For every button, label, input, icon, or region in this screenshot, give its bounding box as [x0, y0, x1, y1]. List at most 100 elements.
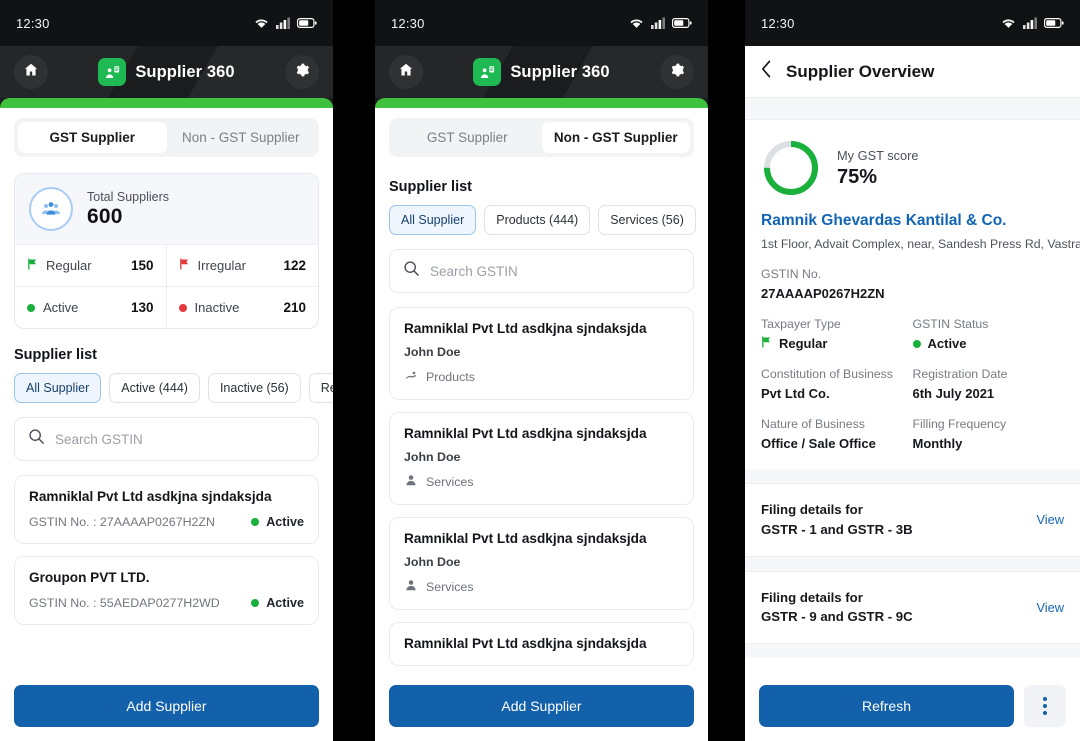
status-text: Active [266, 515, 304, 529]
chip-all-supplier[interactable]: All Supplier [389, 205, 477, 235]
supplier-list: Ramniklal Pvt Ltd asdkjna sjndaksjda Joh… [389, 307, 694, 666]
field-nature-of-business: Nature of Business Office / Sale Office [761, 417, 913, 451]
filing-line-2: GSTR - 9 and GSTR - 9C [761, 609, 913, 625]
field-row-nature-frequency: Nature of Business Office / Sale Office … [745, 401, 1080, 451]
bottom-action-bar: Add Supplier [0, 675, 333, 741]
gst-score-value: 75% [837, 165, 878, 188]
stat-inactive-value: 210 [283, 300, 306, 315]
home-button[interactable] [389, 55, 423, 89]
group-people-icon [29, 187, 73, 231]
tab-gst-supplier[interactable]: GST Supplier [18, 122, 167, 153]
more-options-button[interactable] [1024, 685, 1066, 727]
filing-details-gstr1-3b[interactable]: Filing details for GSTR - 1 and GSTR - 3… [745, 483, 1080, 557]
tab-non-gst-supplier[interactable]: Non - GST Supplier [541, 122, 690, 153]
signal-icon [276, 17, 290, 29]
list-item[interactable]: Ramniklal Pvt Ltd asdkjna sjndaksjda Joh… [389, 412, 694, 505]
supplier-meta-row: GSTIN No. : 55AEDAP0277H2WD Active [29, 596, 304, 610]
dot-icon [27, 303, 35, 312]
add-supplier-button[interactable]: Add Supplier [14, 685, 319, 727]
app-title-group: Supplier 360 [98, 58, 235, 86]
content-sheet: GST Supplier Non - GST Supplier Supplier… [375, 118, 708, 741]
total-suppliers-card: Total Suppliers 600 Regular 150 Irregula… [14, 173, 319, 329]
supplier-filter-chips: All Supplier Products (444) Services (56… [389, 205, 708, 235]
field-label: GSTIN No. [761, 267, 822, 281]
bottom-action-bar: Refresh [745, 675, 1080, 741]
details-bottom-padding [745, 451, 1080, 469]
list-item[interactable]: Groupon PVT LTD. GSTIN No. : 55AEDAP0277… [14, 556, 319, 625]
three-phone-mockup: 12:30 Supplier 360 GST Supplier Non - GS… [0, 0, 1080, 741]
filing-label: Filing details for GSTR - 1 and GSTR - 3… [761, 500, 913, 540]
stat-regular-label: Regular [46, 258, 92, 273]
supplier-contact-person: John Doe [404, 450, 461, 464]
field-value: 27AAAAP0267H2ZN [761, 286, 885, 301]
list-item[interactable]: Ramniklal Pvt Ltd asdkjna sjndaksjda GST… [14, 475, 319, 544]
wifi-icon [254, 17, 269, 29]
chip-inactive[interactable]: Inactive (56) [207, 373, 301, 403]
settings-button[interactable] [659, 55, 694, 89]
supplier-type-row: Products [404, 368, 679, 385]
total-suppliers-label: Total Suppliers [87, 189, 169, 204]
field-label: GSTIN Status [912, 317, 989, 331]
supplier-name: Ramniklal Pvt Ltd asdkjna sjndaksjda [404, 531, 647, 546]
supplier-gstin: GSTIN No. : 27AAAAP0267H2ZN [29, 515, 215, 529]
filing-line-1: Filing details for [761, 589, 863, 605]
gst-score-label: My GST score [837, 147, 919, 163]
more-vertical-icon [1043, 704, 1047, 708]
search-gstin-box[interactable] [14, 417, 319, 461]
field-label: Filling Frequency [912, 417, 1007, 431]
section-gap-band [745, 469, 1080, 483]
page-title: Supplier Overview [786, 61, 935, 81]
search-icon [28, 428, 45, 450]
home-button[interactable] [14, 55, 48, 89]
list-item[interactable]: Ramniklal Pvt Ltd asdkjna sjndaksjda [389, 622, 694, 666]
flag-icon [179, 258, 190, 273]
supplier-logo-icon [98, 58, 127, 86]
gst-score-section: My GST score 75% [745, 120, 1080, 212]
status-text: Active [266, 596, 304, 610]
company-name[interactable]: Ramnik Ghevardas Kantilal & Co. [745, 212, 1080, 230]
field-label: Registration Date [912, 367, 1008, 381]
list-item[interactable]: Ramniklal Pvt Ltd asdkjna sjndaksjda Joh… [389, 307, 694, 400]
supplier-name: Groupon PVT LTD. [29, 570, 150, 585]
battery-icon [672, 17, 692, 29]
add-supplier-button[interactable]: Add Supplier [389, 685, 694, 727]
search-input[interactable] [55, 431, 305, 447]
supplier-list: Ramniklal Pvt Ltd asdkjna sjndaksjda GST… [14, 475, 319, 625]
filing-details-gstr9-9c[interactable]: Filing details for GSTR - 9 and GSTR - 9… [745, 570, 1080, 645]
list-item[interactable]: Ramniklal Pvt Ltd asdkjna sjndaksjda Joh… [389, 517, 694, 610]
page-header: Supplier Overview [745, 46, 1080, 98]
status-bar-clock: 12:30 [761, 15, 795, 31]
back-button[interactable] [761, 60, 772, 83]
view-link[interactable]: View [1036, 512, 1064, 527]
field-value: 6th July 2021 [912, 386, 995, 401]
field-label: Nature of Business [761, 417, 865, 431]
chip-products[interactable]: Products (444) [484, 205, 591, 235]
refresh-button[interactable]: Refresh [759, 685, 1014, 727]
field-gstin-no: GSTIN No. 27AAAAP0267H2ZN [745, 251, 1080, 301]
more-vertical-icon [1043, 697, 1047, 701]
supplier-filter-chips: All Supplier Active (444) Inactive (56) … [14, 373, 333, 403]
stat-active: Active 130 [15, 286, 167, 328]
home-icon [23, 62, 39, 83]
tab-gst-supplier[interactable]: GST Supplier [393, 122, 542, 153]
section-gap-band [745, 556, 1080, 571]
field-constitution-of-business: Constitution of Business Pvt Ltd Co. [761, 367, 913, 401]
chip-regular[interactable]: Regular [308, 373, 333, 403]
search-input[interactable] [430, 263, 680, 279]
app-title: Supplier 360 [510, 62, 610, 81]
stat-inactive: Inactive 210 [166, 286, 318, 328]
supplier-type-text: Services [426, 474, 474, 489]
section-gap-band [745, 644, 1080, 659]
signal-icon [651, 17, 665, 29]
stat-regular-value: 150 [130, 258, 154, 273]
header-spacer-band [745, 98, 1080, 120]
view-link[interactable]: View [1036, 600, 1064, 615]
settings-button[interactable] [284, 55, 319, 89]
chip-services[interactable]: Services (56) [598, 205, 696, 235]
company-address: 1st Floor, Advait Complex, near, Sandesh… [761, 237, 1080, 251]
chip-all-supplier[interactable]: All Supplier [14, 373, 102, 403]
status-badge: Active [251, 515, 304, 529]
tab-non-gst-supplier[interactable]: Non - GST Supplier [167, 122, 316, 153]
search-gstin-box[interactable] [389, 249, 694, 293]
chip-active[interactable]: Active (444) [109, 373, 200, 403]
